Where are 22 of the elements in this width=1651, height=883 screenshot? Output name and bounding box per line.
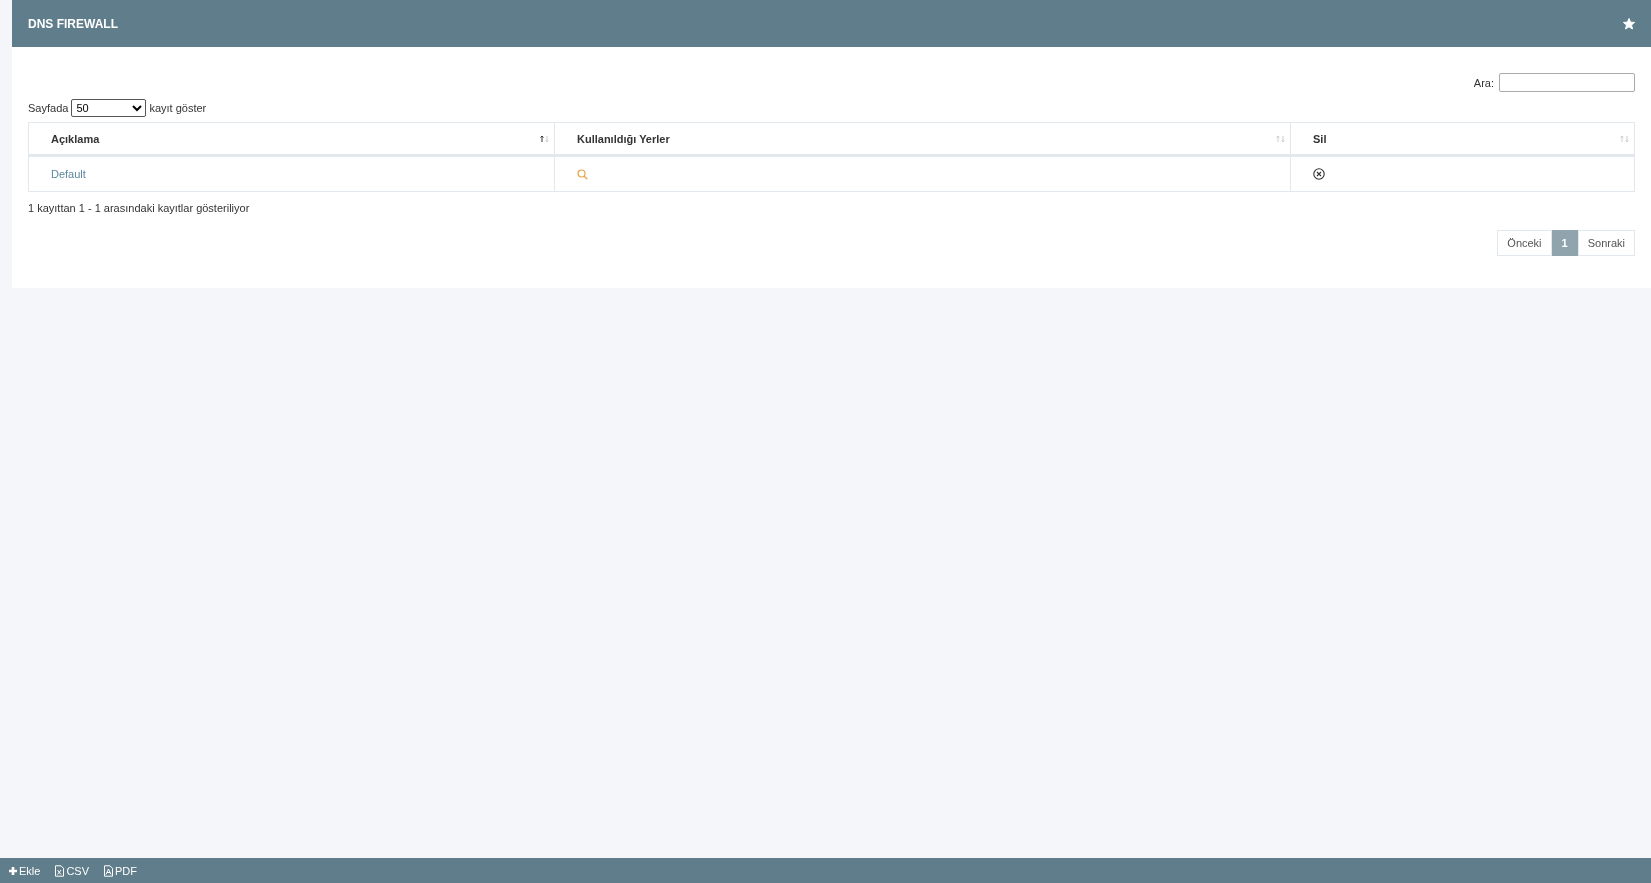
page-length-select[interactable]: 50 (71, 99, 147, 117)
table-info: 1 kayıttan 1 - 1 arasındaki kayıtlar gösteriliyor (28, 202, 251, 214)
search-field[interactable] (1499, 73, 1635, 92)
search-label: Ara: (1473, 76, 1494, 89)
export-button[interactable]: PDF (103, 864, 138, 877)
length-label: Sayfada (28, 102, 69, 114)
column-header[interactable]: Kullanıldığı Yerler (554, 122, 1291, 156)
add-button[interactable]: Ekle (8, 864, 41, 877)
page-title: DNS FIREWALL (28, 16, 118, 31)
export-button[interactable]: CSV (54, 864, 90, 877)
column-header[interactable]: Açıklama (28, 122, 555, 156)
previous-button[interactable]: Önceki (1497, 230, 1552, 256)
description-link[interactable]: Default (51, 168, 86, 180)
column-header[interactable]: Sil (1290, 122, 1635, 156)
length-label: kayıt göster (149, 102, 207, 114)
delete-icon[interactable] (1313, 168, 1325, 180)
file-icon (54, 864, 66, 877)
search-icon[interactable] (577, 168, 588, 180)
next-button[interactable]: Sonraki (1577, 230, 1635, 256)
star-icon (1623, 17, 1635, 30)
file-icon (103, 864, 115, 877)
plus-icon (8, 865, 18, 876)
